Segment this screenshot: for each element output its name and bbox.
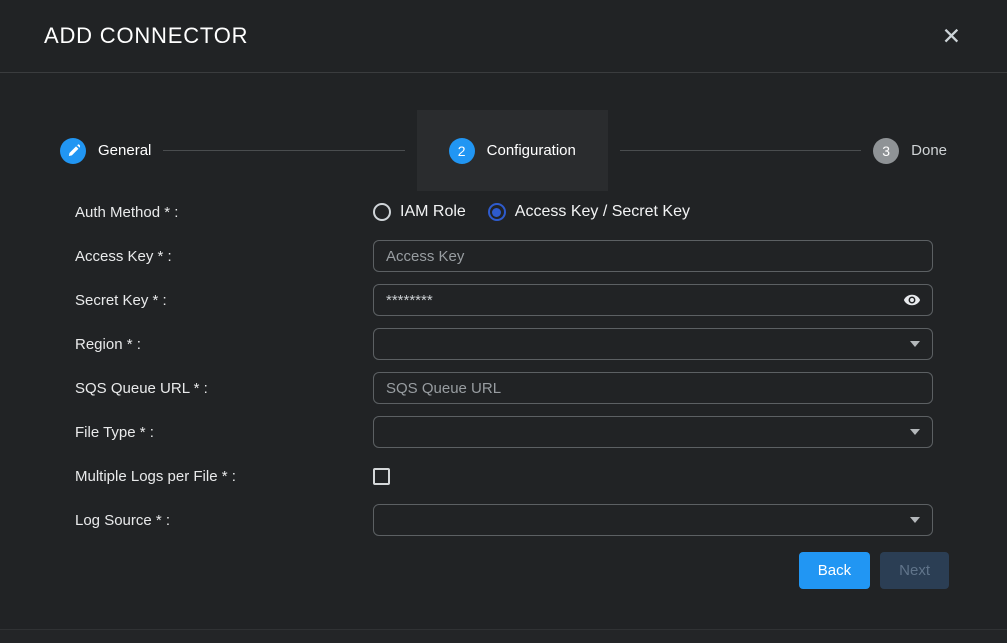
radio-access-key[interactable]: Access Key / Secret Key [488, 203, 690, 221]
sqs-queue-url-label: SQS Queue URL * : [75, 380, 373, 397]
radio-iam-role[interactable]: IAM Role [373, 203, 466, 221]
stepper-connector [163, 150, 404, 151]
caret-down-icon [910, 341, 920, 347]
wizard-buttons: Back Next [799, 552, 949, 589]
multiple-logs-checkbox[interactable] [373, 468, 390, 485]
log-source-label: Log Source * : [75, 512, 373, 529]
step-general[interactable]: General [60, 138, 151, 164]
log-source-select[interactable] [373, 504, 933, 536]
caret-down-icon [910, 517, 920, 523]
log-source-row: Log Source * : [75, 498, 933, 542]
close-icon[interactable]: ✕ [938, 21, 965, 52]
step-general-label: General [98, 142, 151, 159]
step-configuration-label: Configuration [487, 142, 576, 159]
stepper-connector [620, 150, 861, 151]
caret-down-icon [910, 429, 920, 435]
back-button[interactable]: Back [799, 552, 870, 589]
region-label: Region * : [75, 336, 373, 353]
file-type-row: File Type * : [75, 410, 933, 454]
file-type-label: File Type * : [75, 424, 373, 441]
sqs-queue-url-row: SQS Queue URL * : [75, 366, 933, 410]
radio-access-key-label: Access Key / Secret Key [515, 203, 690, 221]
radio-iam-role-label: IAM Role [400, 203, 466, 221]
file-type-select[interactable] [373, 416, 933, 448]
eye-icon[interactable] [901, 289, 923, 311]
page-title: ADD CONNECTOR [44, 23, 248, 49]
secret-key-row: Secret Key * : [75, 278, 933, 322]
secret-key-label: Secret Key * : [75, 292, 373, 309]
step-configuration[interactable]: 2 Configuration [417, 110, 608, 191]
multiple-logs-label: Multiple Logs per File * : [75, 468, 373, 485]
auth-method-row: Auth Method * : IAM Role Access Key / Se… [75, 190, 933, 234]
auth-method-radio-group: IAM Role Access Key / Secret Key [373, 203, 933, 221]
region-row: Region * : [75, 322, 933, 366]
auth-method-label: Auth Method * : [75, 204, 373, 221]
wizard-stepper: General 2 Configuration 3 Done [60, 110, 947, 191]
step-number-badge: 2 [449, 138, 475, 164]
sqs-queue-url-input[interactable] [373, 372, 933, 404]
modal-footer [0, 629, 1007, 643]
radio-selected-icon [488, 203, 506, 221]
access-key-input[interactable] [373, 240, 933, 272]
step-done[interactable]: 3 Done [873, 138, 947, 164]
region-select[interactable] [373, 328, 933, 360]
multiple-logs-row: Multiple Logs per File * : [75, 454, 933, 498]
step-done-label: Done [911, 142, 947, 159]
access-key-label: Access Key * : [75, 248, 373, 265]
configuration-form: Auth Method * : IAM Role Access Key / Se… [75, 190, 933, 542]
radio-unselected-icon [373, 203, 391, 221]
step-number-badge: 3 [873, 138, 899, 164]
next-button[interactable]: Next [880, 552, 949, 589]
access-key-row: Access Key * : [75, 234, 933, 278]
add-connector-modal: ADD CONNECTOR ✕ General 2 Configuration … [0, 0, 1007, 643]
modal-header: ADD CONNECTOR ✕ [0, 0, 1007, 73]
secret-key-input[interactable] [373, 284, 933, 316]
pencil-icon [60, 138, 86, 164]
